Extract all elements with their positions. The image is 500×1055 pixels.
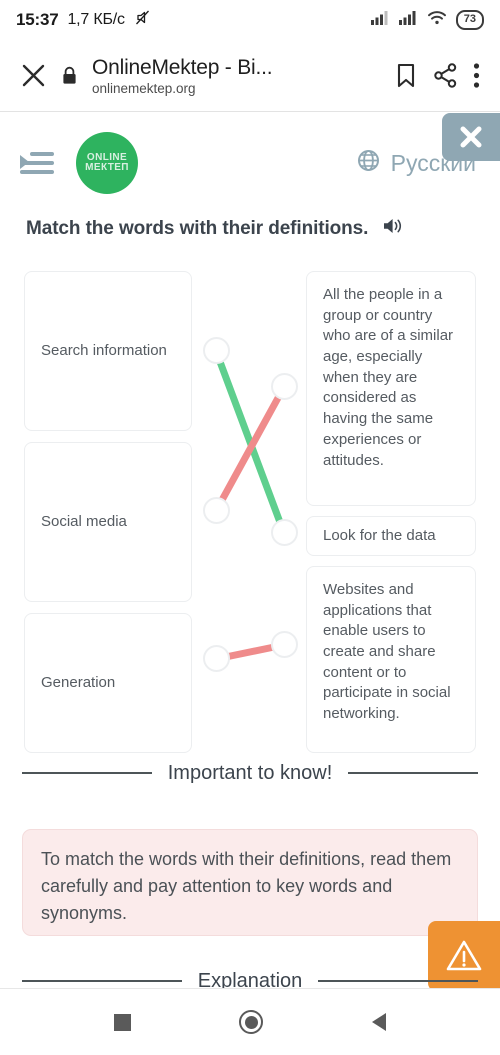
wifi-icon — [427, 10, 447, 30]
matching-exercise: Search information Social media Generati… — [0, 262, 500, 753]
definition-label: Look for the data — [323, 526, 436, 544]
onlinemektep-logo[interactable]: ONLINE МЕКТЕП — [76, 132, 138, 194]
status-bar-right: 73 — [370, 10, 484, 30]
divider-line-right — [318, 980, 478, 982]
term-label: Social media — [41, 512, 127, 530]
logo-line-2: МЕКТЕП — [85, 162, 129, 173]
definition-card[interactable]: All the people in a group or country who… — [306, 271, 476, 506]
tip-text: To match the words with their definition… — [41, 849, 452, 923]
circle-home-icon[interactable] — [239, 1010, 264, 1034]
section-heading: Important to know! — [167, 762, 333, 784]
bookmark-icon[interactable] — [394, 62, 418, 89]
divider-line-left — [22, 772, 152, 774]
connector-dot-term-1[interactable] — [203, 337, 230, 364]
signal-bars-icon — [370, 10, 390, 30]
speaker-icon[interactable] — [382, 216, 404, 241]
page-title: OnlineMektep - Bi... — [92, 55, 273, 79]
close-overlay-button[interactable] — [442, 113, 500, 161]
tip-box: To match the words with their definition… — [22, 829, 478, 936]
lock-icon[interactable] — [61, 66, 78, 85]
connector-dot-definition-1[interactable] — [271, 373, 298, 400]
definition-card[interactable]: Look for the data — [306, 516, 476, 556]
question-title: Match the words with their definitions. — [26, 217, 369, 239]
address-bar[interactable]: OnlineMektep - Bi... onlinemektep.org — [92, 56, 380, 96]
square-recents-icon[interactable] — [114, 1013, 132, 1031]
question-header: Match the words with their definitions. — [0, 216, 500, 241]
status-data-rate: 1,7 КБ/с — [67, 11, 125, 28]
definition-card[interactable]: Websites and applications that enable us… — [306, 566, 476, 753]
triangle-back-icon[interactable] — [371, 1013, 386, 1031]
status-bar-left: 15:37 1,7 КБ/с — [16, 9, 151, 31]
term-label: Generation — [41, 673, 116, 691]
term-label: Search information — [41, 341, 167, 359]
android-nav-bar — [0, 988, 500, 1055]
definition-label: All the people in a group or country who… — [323, 286, 454, 469]
phone-screen: 15:37 1,7 КБ/с 73 OnlineMektep - Bi... o… — [0, 0, 500, 1055]
browser-toolbar: OnlineMektep - Bi... onlinemektep.org — [0, 40, 500, 112]
status-bar: 15:37 1,7 КБ/с 73 — [0, 0, 500, 40]
overflow-menu-icon[interactable] — [473, 62, 480, 89]
app-header: ONLINE МЕКТЕП Русский — [0, 113, 500, 213]
term-card[interactable]: Generation — [24, 613, 192, 753]
connector-dot-definition-3[interactable] — [271, 631, 298, 658]
page-url: onlinemektep.org — [92, 80, 196, 96]
close-tab-button[interactable] — [20, 62, 47, 89]
hamburger-menu-icon[interactable] — [20, 152, 54, 174]
connector-dot-term-3[interactable] — [203, 645, 230, 672]
divider-line-right — [348, 772, 478, 774]
mute-icon — [134, 9, 151, 31]
connector-dot-definition-2[interactable] — [271, 519, 298, 546]
term-card[interactable]: Search information — [24, 271, 192, 431]
globe-icon — [357, 149, 380, 177]
menu-arrow-icon — [20, 155, 29, 169]
term-card[interactable]: Social media — [24, 442, 192, 602]
definition-label: Websites and applications that enable us… — [323, 581, 451, 723]
share-icon[interactable] — [432, 62, 459, 89]
signal-bars-icon — [398, 10, 418, 30]
battery-icon: 73 — [455, 10, 484, 30]
section-divider-important: Important to know! — [0, 760, 500, 786]
divider-line-left — [22, 980, 182, 982]
connector-dot-term-2[interactable] — [203, 497, 230, 524]
status-time: 15:37 — [16, 10, 59, 29]
